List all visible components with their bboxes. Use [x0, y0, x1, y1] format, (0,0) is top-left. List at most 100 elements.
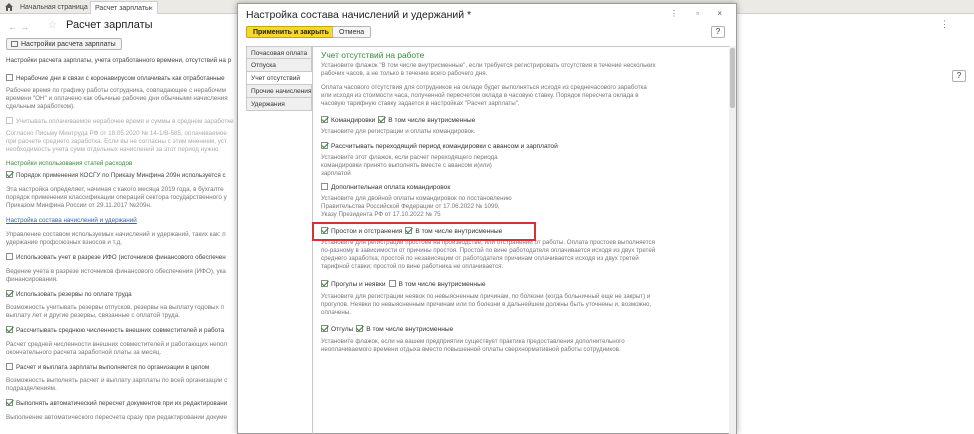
transitional-checkbox[interactable]: [321, 142, 328, 149]
bg-line: при расчете среднего заработка. Если вы …: [6, 138, 227, 145]
bg-line: времени "ОН" и оплачено как обычные рабо…: [6, 95, 228, 102]
checkbox-checked-icon[interactable]: [6, 171, 13, 178]
absences-note-line: прогулов. Неявки по невыясненным причина…: [321, 301, 652, 308]
downtime-note-line: тарифной ставки; простой по вине работни…: [321, 263, 504, 270]
more-menu-icon[interactable]: ⋮: [940, 19, 949, 30]
hourly-note-line: часовую тарифную ставку задается в настр…: [321, 100, 520, 107]
extra-pay-note-line: Правительства Российской Федерации от 17…: [321, 203, 500, 210]
section-heading: Настройки использования статей расходов: [6, 160, 133, 167]
printer-icon: [11, 41, 18, 47]
window-controls-icon[interactable]: ⋮ ▫ ×: [670, 9, 730, 18]
tab-hourly-pay[interactable]: Почасовая оплата: [246, 46, 312, 59]
bg-checkbox-row[interactable]: Использовать резервы по оплате труда: [6, 290, 238, 299]
tab-home[interactable]: Начальная страница: [16, 1, 88, 14]
bg-line: Выполнение автоматического пересчета сра…: [6, 414, 228, 421]
bg-line: выплату лет и другие резервы, связанные …: [6, 312, 180, 319]
trips-intrashift-label: В том числе внутрисменные: [388, 117, 476, 124]
time-off-intrashift-label: В том числе внутрисменные: [366, 326, 454, 333]
trips-row: Командировки В том числе внутрисменные: [321, 116, 475, 124]
payroll-settings-button-label: Настройки расчета зарплаты: [21, 41, 116, 48]
time-off-note-line: Установите флажок, если на вашем предпри…: [321, 338, 625, 345]
bg-line: порядок применения классификации операци…: [6, 194, 227, 201]
tab-payroll[interactable]: Расчет зарплаты ×: [90, 1, 158, 14]
tab-home-label: Начальная страница: [20, 4, 88, 11]
bg-checkbox-row[interactable]: Порядок применения КОСГУ по Приказу Минф…: [6, 171, 238, 180]
bg-checkbox-label: Использовать резервы по оплате труда: [16, 291, 132, 298]
bg-line: необходимость учета сумм отдельных начис…: [6, 146, 219, 153]
cancel-button[interactable]: Отмена: [332, 26, 372, 38]
absences-intrashift-label: В том числе внутрисменные: [398, 281, 486, 288]
checkbox-checked-icon[interactable]: [6, 399, 13, 406]
absences-label: Прогулы и неявки: [331, 281, 386, 288]
dialog-title: Настройка состава начислений и удержаний…: [246, 9, 472, 21]
extra-pay-label: Дополнительная оплата командировок: [331, 184, 451, 191]
tab-deductions[interactable]: Удержания: [246, 98, 312, 111]
absences-note-line: оплачены.: [321, 309, 351, 316]
time-off-label: Отгулы: [331, 326, 354, 333]
scrollbar-thumb[interactable]: [730, 48, 735, 108]
highlight-frame: [312, 222, 536, 241]
tab-absence-accounting[interactable]: Учет отсутствий: [246, 72, 312, 85]
bg-checkbox-row[interactable]: Выполнять автоматический пересчет докуме…: [6, 399, 238, 408]
help-button[interactable]: ?: [952, 70, 966, 82]
tab-payroll-label: Расчет зарплаты: [95, 5, 151, 12]
bg-checkbox-row: Учитывать оплачиваемое нерабочее время и…: [6, 117, 238, 126]
extra-pay-checkbox[interactable]: [321, 183, 328, 190]
bg-checkbox-row[interactable]: Использовать учет в разрезе ИФО (источни…: [6, 253, 238, 262]
bg-line: сдельным заработком).: [6, 103, 75, 110]
bg-checkbox-label: Расчет и выплата зарплаты выполняется по…: [16, 364, 210, 371]
transitional-note-line: зарплатой: [321, 170, 351, 177]
home-icon[interactable]: [5, 3, 13, 11]
composition-settings-link[interactable]: Настройка состава начислений и удержаний: [6, 217, 238, 225]
bg-line: подразделениям.: [6, 385, 57, 392]
checkbox-icon[interactable]: [6, 74, 13, 81]
intro-line: Установите флажок "В том числе внутрисме…: [321, 62, 656, 69]
checkbox-disabled-icon: [6, 117, 13, 124]
tab-vacations[interactable]: Отпуска: [246, 59, 312, 72]
nav-arrows-icon[interactable]: ←→: [8, 22, 32, 32]
bg-line: удержание профсоюзных взносов и т.д.: [6, 239, 122, 246]
downtime-note-line: по-разному в зависимости от причины прос…: [321, 247, 656, 254]
checkbox-checked-icon[interactable]: [6, 326, 13, 333]
content-scrollbar[interactable]: [729, 46, 736, 434]
checkbox-icon[interactable]: [6, 253, 13, 260]
close-tab-icon[interactable]: ×: [148, 4, 153, 13]
bg-line: Возможность выполнять расчет и выплату з…: [6, 377, 228, 384]
bg-line: Управление составом используемых начисле…: [6, 231, 226, 238]
payroll-settings-button[interactable]: Настройки расчета зарплаты: [6, 38, 122, 50]
bg-checkbox-row[interactable]: Рассчитывать среднюю численность внешних…: [6, 326, 238, 335]
bg-line: Возможность учитывать резервы отпусков, …: [6, 304, 224, 311]
bg-checkbox-label: Использовать учет в разрезе ИФО (источни…: [16, 254, 226, 261]
trips-intrashift-checkbox[interactable]: [378, 116, 386, 123]
absences-note-line: Установите для регистрации неявок по нев…: [321, 293, 651, 300]
section-title: Учет отсутствий на работе: [321, 50, 425, 60]
tab-other-accruals[interactable]: Прочие начисления: [246, 85, 312, 98]
intro-line: рабочих часов, а не только в течение все…: [321, 70, 488, 77]
trips-label: Командировки: [331, 117, 376, 124]
absences-intrashift-checkbox[interactable]: [388, 280, 396, 287]
favorite-star-icon[interactable]: ☆: [48, 20, 57, 31]
bg-checkbox-row[interactable]: Расчет и выплата зарплаты выполняется по…: [6, 363, 238, 372]
checkbox-icon[interactable]: [6, 363, 13, 370]
time-off-note-line: неоплачиваемого времени отдыха вместо по…: [321, 346, 621, 353]
bg-line: Рабочее время по графику работы сотрудни…: [6, 87, 226, 94]
apply-and-close-button[interactable]: Применить и закрыть: [246, 26, 336, 38]
hourly-note-line: Оплата часового отсутствия для сотрудник…: [321, 84, 647, 91]
absences-checkbox[interactable]: [321, 280, 328, 287]
time-off-intrashift-checkbox[interactable]: [356, 325, 364, 332]
bg-line: финансирования.: [6, 276, 58, 283]
bg-checkbox-label: Рассчитывать среднюю численность внешних…: [16, 327, 225, 334]
bg-line: Расчет средней численности внешних совме…: [6, 341, 228, 348]
dialog-help-button[interactable]: ?: [711, 26, 725, 38]
checkbox-checked-icon[interactable]: [6, 290, 13, 297]
bg-checkbox-row[interactable]: Нерабочие дни в связи с коронавирусом оп…: [6, 74, 238, 83]
bg-line: Согласно Письму Минтруда РФ от 18.05.202…: [6, 130, 227, 137]
bg-line: окончательного расчета заработной платы …: [6, 349, 162, 356]
bg-checkbox-label: Нерабочие дни в связи с коронавирусом оп…: [16, 75, 225, 82]
trips-checkbox[interactable]: [321, 116, 328, 123]
absences-row: Прогулы и неявки В том числе внутрисменны…: [321, 280, 485, 288]
time-off-checkbox[interactable]: [321, 325, 328, 332]
bg-checkbox-label: Выполнять автоматический пересчет докуме…: [16, 400, 228, 407]
bg-checkbox-label: Порядок применения КОСГУ по Приказу Минф…: [16, 172, 226, 179]
transitional-label: Рассчитывать переходящий период командир…: [331, 143, 558, 150]
